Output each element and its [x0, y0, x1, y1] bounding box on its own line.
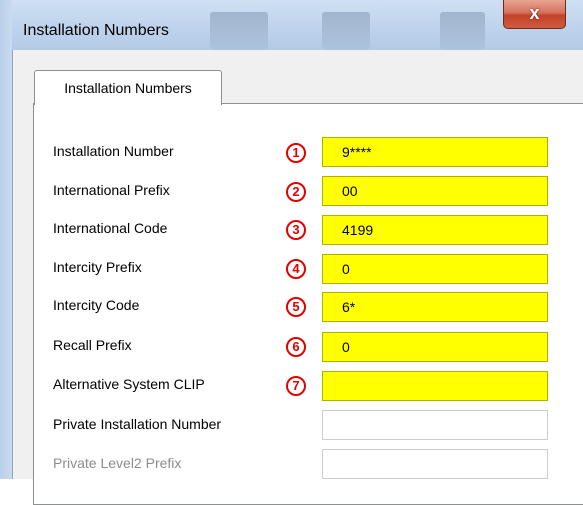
background-blur: [322, 12, 370, 50]
recall-prefix-field[interactable]: 0: [322, 332, 548, 362]
marker-7-icon: 7: [286, 376, 306, 396]
close-button[interactable]: x: [503, 0, 566, 29]
private-level2-prefix-label: Private Level2 Prefix: [53, 455, 182, 471]
window-frame-left: [0, 0, 12, 479]
international-code-field[interactable]: 4199: [322, 215, 548, 245]
marker-5-icon: 5: [286, 297, 306, 317]
private-level2-prefix-field: [322, 449, 548, 479]
alternative-system-clip-label: Alternative System CLIP: [53, 376, 205, 392]
background-blur: [210, 12, 268, 50]
tab-installation-numbers[interactable]: Installation Numbers: [34, 70, 222, 105]
marker-1-icon: 1: [286, 143, 306, 163]
international-prefix-label: International Prefix: [53, 182, 170, 198]
installation-number-label: Installation Number: [53, 143, 174, 159]
recall-prefix-label: Recall Prefix: [53, 337, 132, 353]
marker-2-icon: 2: [286, 182, 306, 202]
marker-6-icon: 6: [286, 337, 306, 357]
installation-number-field[interactable]: 9****: [322, 137, 548, 167]
close-icon: x: [529, 3, 540, 23]
window-title: Installation Numbers: [23, 22, 169, 39]
intercity-prefix-label: Intercity Prefix: [53, 259, 142, 275]
international-prefix-field[interactable]: 00: [322, 176, 548, 206]
marker-3-icon: 3: [286, 220, 306, 240]
installation-numbers-dialog: Installation Numbers x Installation Numb…: [0, 0, 583, 505]
international-code-label: International Code: [53, 220, 168, 236]
intercity-prefix-field[interactable]: 0: [322, 254, 548, 284]
background-blur: [440, 12, 485, 50]
intercity-code-label: Intercity Code: [53, 297, 140, 313]
intercity-code-field[interactable]: 6*: [322, 292, 548, 322]
marker-4-icon: 4: [286, 259, 306, 279]
private-installation-number-field[interactable]: [322, 410, 548, 440]
alternative-system-clip-field[interactable]: [322, 371, 548, 401]
private-installation-number-label: Private Installation Number: [53, 416, 222, 432]
